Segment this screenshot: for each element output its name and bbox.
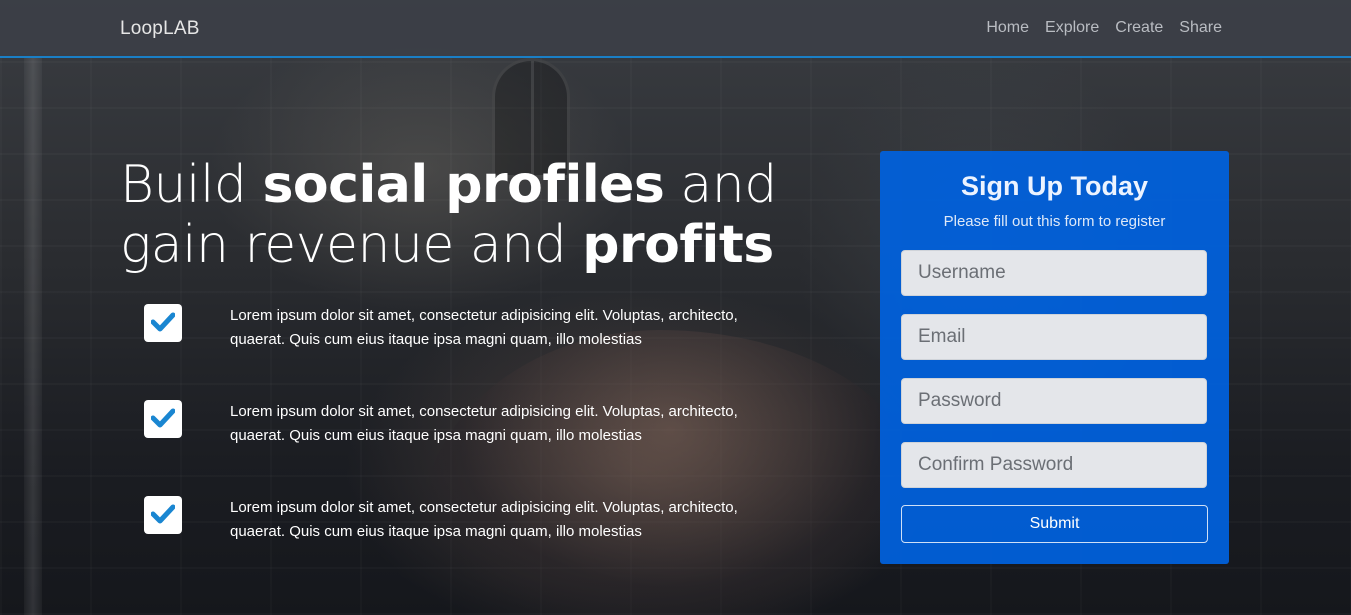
- nav-link-explore[interactable]: Explore: [1045, 19, 1099, 37]
- check-icon: [144, 496, 182, 534]
- username-input[interactable]: [901, 250, 1207, 296]
- nav-link-share[interactable]: Share: [1179, 19, 1222, 37]
- hero-headline: Build social profiles and gain revenue a…: [120, 155, 840, 275]
- background-group-photo: [420, 330, 920, 615]
- check-icon: [144, 400, 182, 438]
- submit-button[interactable]: Submit: [901, 505, 1208, 543]
- nav-link-create[interactable]: Create: [1115, 19, 1163, 37]
- feature-text: Lorem ipsum dolor sit amet, consectetur …: [230, 499, 738, 540]
- email-input[interactable]: [901, 314, 1207, 360]
- signup-form: Sign Up Today Please fill out this form …: [880, 151, 1229, 564]
- feature-item: Lorem ipsum dolor sit amet, consectetur …: [144, 400, 804, 450]
- feature-item: Lorem ipsum dolor sit amet, consectetur …: [144, 304, 804, 354]
- confirm-password-input[interactable]: [901, 442, 1207, 488]
- feature-text: Lorem ipsum dolor sit amet, consectetur …: [230, 403, 738, 444]
- signup-subtitle: Please fill out this form to register: [943, 213, 1166, 230]
- headline-emphasis: profits: [582, 215, 774, 275]
- feature-text: Lorem ipsum dolor sit amet, consectetur …: [230, 307, 738, 348]
- headline-part: Build: [120, 155, 263, 215]
- landing-page: LoopLAB Home Explore Create Share Build …: [0, 0, 1351, 615]
- check-icon: [144, 304, 182, 342]
- brand-logo[interactable]: LoopLAB: [120, 18, 200, 40]
- password-input[interactable]: [901, 378, 1207, 424]
- navbar: LoopLAB Home Explore Create Share: [0, 0, 1351, 58]
- feature-item: Lorem ipsum dolor sit amet, consectetur …: [144, 496, 804, 546]
- background-pipe: [24, 58, 42, 615]
- nav-links: Home Explore Create Share: [986, 19, 1222, 37]
- nav-link-home[interactable]: Home: [986, 19, 1029, 37]
- headline-emphasis: social profiles: [262, 155, 665, 215]
- signup-title: Sign Up Today: [961, 171, 1148, 201]
